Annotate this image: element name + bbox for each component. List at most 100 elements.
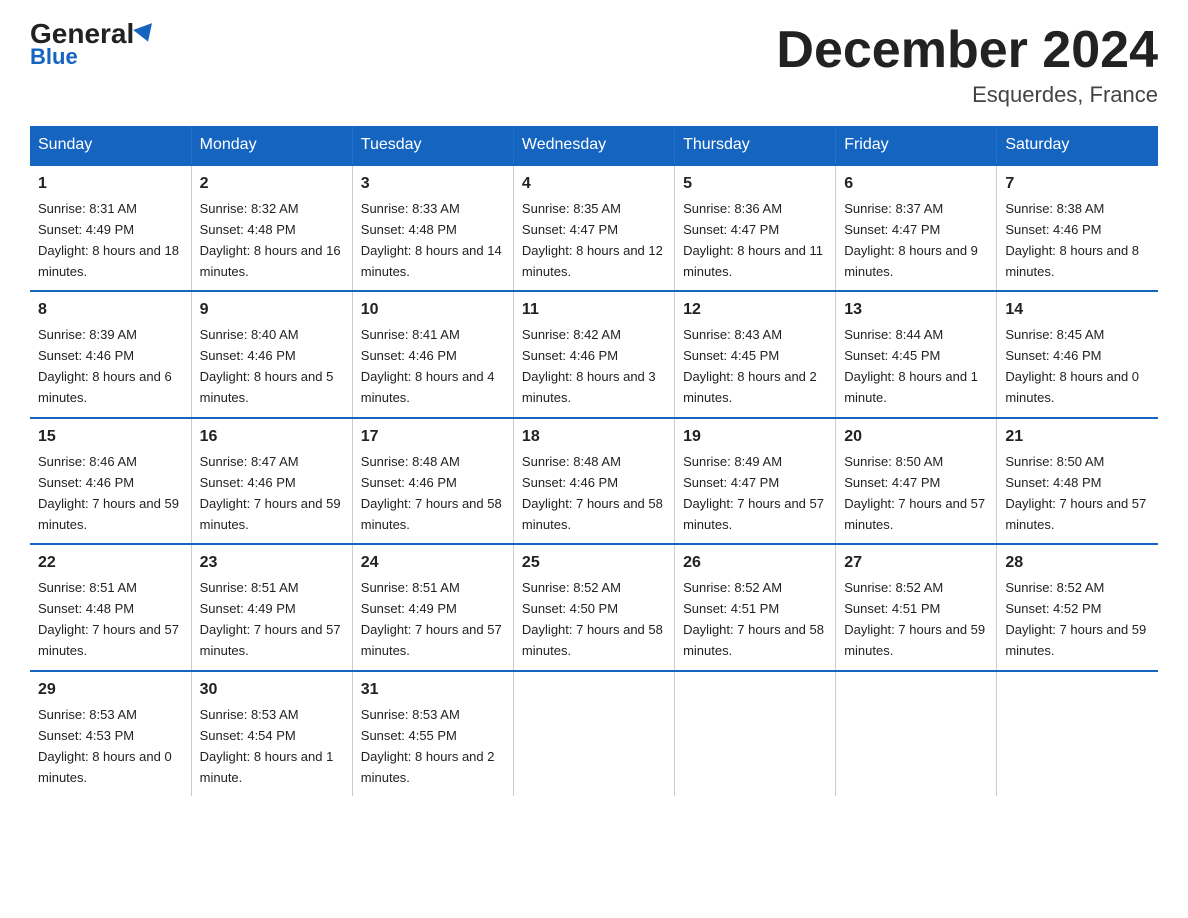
table-row: 5 Sunrise: 8:36 AMSunset: 4:47 PMDayligh… [675,165,836,291]
day-number: 24 [361,551,505,576]
day-info: Sunrise: 8:46 AMSunset: 4:46 PMDaylight:… [38,454,179,532]
day-number: 22 [38,551,183,576]
day-number: 19 [683,425,827,450]
table-row [836,671,997,796]
day-info: Sunrise: 8:40 AMSunset: 4:46 PMDaylight:… [200,327,334,405]
table-row: 20 Sunrise: 8:50 AMSunset: 4:47 PMDaylig… [836,418,997,544]
day-number: 25 [522,551,666,576]
day-info: Sunrise: 8:43 AMSunset: 4:45 PMDaylight:… [683,327,817,405]
table-row: 8 Sunrise: 8:39 AMSunset: 4:46 PMDayligh… [30,291,191,417]
day-number: 30 [200,678,344,703]
calendar-week-row: 29 Sunrise: 8:53 AMSunset: 4:53 PMDaylig… [30,671,1158,796]
day-info: Sunrise: 8:50 AMSunset: 4:48 PMDaylight:… [1005,454,1146,532]
table-row: 1 Sunrise: 8:31 AMSunset: 4:49 PMDayligh… [30,165,191,291]
table-row: 2 Sunrise: 8:32 AMSunset: 4:48 PMDayligh… [191,165,352,291]
day-number: 17 [361,425,505,450]
day-number: 4 [522,172,666,197]
col-sunday: Sunday [30,126,191,165]
logo: General Blue [30,20,156,70]
day-number: 12 [683,298,827,323]
col-monday: Monday [191,126,352,165]
table-row: 4 Sunrise: 8:35 AMSunset: 4:47 PMDayligh… [513,165,674,291]
day-number: 7 [1005,172,1150,197]
table-row [675,671,836,796]
table-row: 29 Sunrise: 8:53 AMSunset: 4:53 PMDaylig… [30,671,191,796]
day-number: 9 [200,298,344,323]
table-row: 19 Sunrise: 8:49 AMSunset: 4:47 PMDaylig… [675,418,836,544]
logo-triangle-icon [133,23,157,45]
table-row: 27 Sunrise: 8:52 AMSunset: 4:51 PMDaylig… [836,544,997,670]
day-number: 29 [38,678,183,703]
day-number: 5 [683,172,827,197]
day-info: Sunrise: 8:51 AMSunset: 4:49 PMDaylight:… [200,580,341,658]
day-number: 6 [844,172,988,197]
calendar-table: Sunday Monday Tuesday Wednesday Thursday… [30,126,1158,796]
table-row: 10 Sunrise: 8:41 AMSunset: 4:46 PMDaylig… [352,291,513,417]
table-row [997,671,1158,796]
day-info: Sunrise: 8:49 AMSunset: 4:47 PMDaylight:… [683,454,824,532]
day-number: 11 [522,298,666,323]
table-row: 15 Sunrise: 8:46 AMSunset: 4:46 PMDaylig… [30,418,191,544]
day-number: 20 [844,425,988,450]
calendar-header-row: Sunday Monday Tuesday Wednesday Thursday… [30,126,1158,165]
day-number: 18 [522,425,666,450]
col-friday: Friday [836,126,997,165]
day-info: Sunrise: 8:35 AMSunset: 4:47 PMDaylight:… [522,201,663,279]
table-row: 24 Sunrise: 8:51 AMSunset: 4:49 PMDaylig… [352,544,513,670]
table-row: 9 Sunrise: 8:40 AMSunset: 4:46 PMDayligh… [191,291,352,417]
day-number: 1 [38,172,183,197]
day-number: 21 [1005,425,1150,450]
day-info: Sunrise: 8:37 AMSunset: 4:47 PMDaylight:… [844,201,978,279]
location: Esquerdes, France [776,82,1158,108]
table-row: 28 Sunrise: 8:52 AMSunset: 4:52 PMDaylig… [997,544,1158,670]
day-info: Sunrise: 8:33 AMSunset: 4:48 PMDaylight:… [361,201,502,279]
day-info: Sunrise: 8:42 AMSunset: 4:46 PMDaylight:… [522,327,656,405]
table-row: 7 Sunrise: 8:38 AMSunset: 4:46 PMDayligh… [997,165,1158,291]
col-saturday: Saturday [997,126,1158,165]
day-info: Sunrise: 8:36 AMSunset: 4:47 PMDaylight:… [683,201,823,279]
table-row: 30 Sunrise: 8:53 AMSunset: 4:54 PMDaylig… [191,671,352,796]
day-number: 23 [200,551,344,576]
day-number: 3 [361,172,505,197]
day-info: Sunrise: 8:44 AMSunset: 4:45 PMDaylight:… [844,327,978,405]
table-row: 16 Sunrise: 8:47 AMSunset: 4:46 PMDaylig… [191,418,352,544]
day-info: Sunrise: 8:41 AMSunset: 4:46 PMDaylight:… [361,327,495,405]
logo-blue: Blue [30,44,78,70]
day-info: Sunrise: 8:38 AMSunset: 4:46 PMDaylight:… [1005,201,1139,279]
month-title: December 2024 [776,20,1158,80]
calendar-week-row: 15 Sunrise: 8:46 AMSunset: 4:46 PMDaylig… [30,418,1158,544]
day-info: Sunrise: 8:52 AMSunset: 4:51 PMDaylight:… [683,580,824,658]
table-row [513,671,674,796]
day-info: Sunrise: 8:45 AMSunset: 4:46 PMDaylight:… [1005,327,1139,405]
col-tuesday: Tuesday [352,126,513,165]
table-row: 11 Sunrise: 8:42 AMSunset: 4:46 PMDaylig… [513,291,674,417]
table-row: 13 Sunrise: 8:44 AMSunset: 4:45 PMDaylig… [836,291,997,417]
table-row: 18 Sunrise: 8:48 AMSunset: 4:46 PMDaylig… [513,418,674,544]
day-info: Sunrise: 8:50 AMSunset: 4:47 PMDaylight:… [844,454,985,532]
table-row: 22 Sunrise: 8:51 AMSunset: 4:48 PMDaylig… [30,544,191,670]
calendar-week-row: 8 Sunrise: 8:39 AMSunset: 4:46 PMDayligh… [30,291,1158,417]
day-info: Sunrise: 8:47 AMSunset: 4:46 PMDaylight:… [200,454,341,532]
page-header: General Blue December 2024 Esquerdes, Fr… [30,20,1158,108]
day-number: 15 [38,425,183,450]
table-row: 26 Sunrise: 8:52 AMSunset: 4:51 PMDaylig… [675,544,836,670]
table-row: 31 Sunrise: 8:53 AMSunset: 4:55 PMDaylig… [352,671,513,796]
day-info: Sunrise: 8:48 AMSunset: 4:46 PMDaylight:… [361,454,502,532]
day-info: Sunrise: 8:52 AMSunset: 4:51 PMDaylight:… [844,580,985,658]
day-info: Sunrise: 8:53 AMSunset: 4:54 PMDaylight:… [200,707,334,785]
day-info: Sunrise: 8:52 AMSunset: 4:50 PMDaylight:… [522,580,663,658]
day-number: 13 [844,298,988,323]
table-row: 25 Sunrise: 8:52 AMSunset: 4:50 PMDaylig… [513,544,674,670]
title-block: December 2024 Esquerdes, France [776,20,1158,108]
day-number: 26 [683,551,827,576]
day-info: Sunrise: 8:52 AMSunset: 4:52 PMDaylight:… [1005,580,1146,658]
day-info: Sunrise: 8:51 AMSunset: 4:49 PMDaylight:… [361,580,502,658]
day-info: Sunrise: 8:51 AMSunset: 4:48 PMDaylight:… [38,580,179,658]
day-info: Sunrise: 8:31 AMSunset: 4:49 PMDaylight:… [38,201,179,279]
day-info: Sunrise: 8:53 AMSunset: 4:55 PMDaylight:… [361,707,495,785]
day-number: 16 [200,425,344,450]
day-number: 8 [38,298,183,323]
table-row: 21 Sunrise: 8:50 AMSunset: 4:48 PMDaylig… [997,418,1158,544]
day-number: 27 [844,551,988,576]
day-info: Sunrise: 8:39 AMSunset: 4:46 PMDaylight:… [38,327,172,405]
